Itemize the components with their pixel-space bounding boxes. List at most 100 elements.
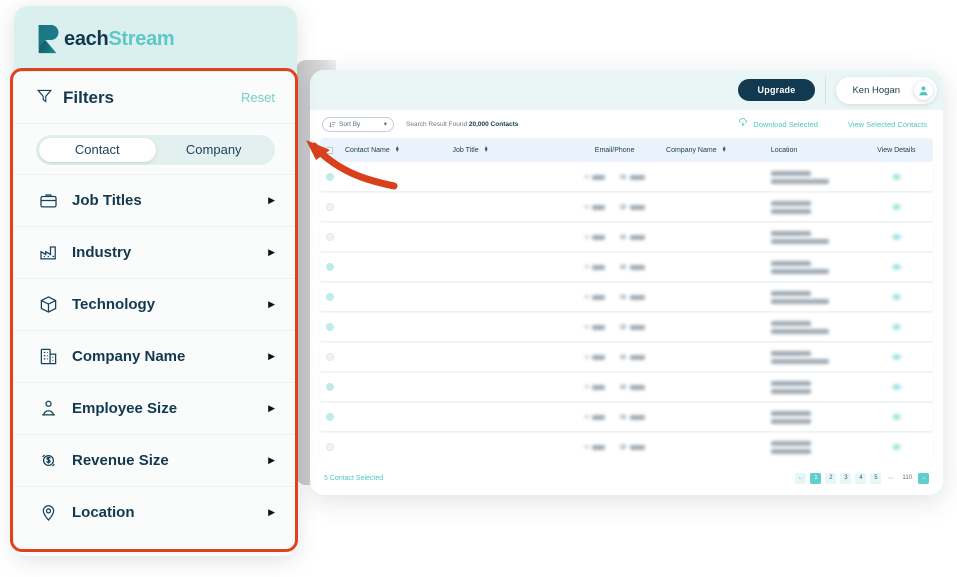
- table-row[interactable]: ✉ ☎: [320, 253, 933, 282]
- table-row[interactable]: ✉ ☎: [320, 343, 933, 372]
- phone-action[interactable]: ☎: [619, 204, 645, 211]
- selected-count-label: 5 Contact Selected: [324, 474, 384, 482]
- email-action[interactable]: ✉: [584, 354, 606, 361]
- email-action[interactable]: ✉: [584, 174, 606, 181]
- sidebar-item-industry[interactable]: Industry ▶: [14, 226, 297, 278]
- sidebar-item-job-titles[interactable]: Job Titles ▶: [14, 174, 297, 226]
- upgrade-button[interactable]: Upgrade: [737, 79, 816, 101]
- eye-icon[interactable]: [891, 324, 901, 330]
- cell-view-details[interactable]: [866, 204, 927, 210]
- row-checkbox[interactable]: [326, 233, 334, 241]
- table-row[interactable]: ✉ ☎: [320, 223, 933, 252]
- table-row[interactable]: ✉ ☎: [320, 193, 933, 222]
- table-row[interactable]: ✉ ☎: [320, 163, 933, 192]
- table-row[interactable]: ✉ ☎: [320, 403, 933, 432]
- chevron-right-icon[interactable]: ▶: [268, 455, 275, 466]
- sidebar-item-company-name[interactable]: Company Name ▶: [14, 330, 297, 382]
- phone-action[interactable]: ☎: [619, 384, 645, 391]
- phone-action[interactable]: ☎: [619, 414, 645, 421]
- column-header-contact-name[interactable]: Contact Name ▴ ▾: [326, 145, 453, 154]
- pagination-page-last[interactable]: 110: [900, 473, 914, 484]
- cell-view-details[interactable]: [866, 384, 927, 390]
- column-header-job-title[interactable]: Job Title ▴ ▾: [453, 145, 564, 154]
- table-row[interactable]: ✉ ☎: [320, 283, 933, 312]
- table-row[interactable]: ✉ ☎: [320, 373, 933, 402]
- row-checkbox[interactable]: [326, 173, 334, 181]
- pagination-page-5[interactable]: 5: [870, 472, 882, 484]
- chevron-right-icon[interactable]: ▶: [268, 299, 275, 310]
- cell-view-details[interactable]: [866, 414, 927, 420]
- row-checkbox[interactable]: [326, 383, 334, 391]
- download-selected-button[interactable]: Download Selected: [738, 117, 818, 130]
- table-row[interactable]: ✉ ☎: [320, 433, 933, 462]
- pagination-page-1[interactable]: 1: [810, 472, 822, 484]
- phone-action[interactable]: ☎: [619, 444, 645, 451]
- app-logo[interactable]: eachStream: [14, 6, 297, 72]
- email-action[interactable]: ✉: [584, 324, 606, 331]
- chevron-right-icon[interactable]: ▶: [268, 351, 275, 362]
- email-action[interactable]: ✉: [584, 384, 606, 391]
- pagination-page-3[interactable]: 3: [840, 472, 852, 484]
- sort-toggle-icon[interactable]: ▴ ▾: [723, 145, 726, 154]
- phone-action[interactable]: ☎: [619, 264, 645, 271]
- eye-icon[interactable]: [891, 294, 901, 300]
- toggle-option-company[interactable]: Company: [156, 138, 273, 162]
- cell-view-details[interactable]: [866, 294, 927, 300]
- sort-by-dropdown[interactable]: Sort By ▾: [322, 116, 394, 132]
- row-checkbox[interactable]: [326, 263, 334, 271]
- user-menu-button[interactable]: Ken Hogan: [836, 76, 937, 104]
- email-action[interactable]: ✉: [584, 294, 606, 301]
- phone-action[interactable]: ☎: [619, 234, 645, 241]
- pagination-next-button[interactable]: →: [918, 472, 929, 484]
- pagination-page-4[interactable]: 4: [855, 472, 867, 484]
- email-action[interactable]: ✉: [584, 414, 606, 421]
- row-checkbox[interactable]: [326, 203, 334, 211]
- email-action[interactable]: ✉: [584, 204, 606, 211]
- row-checkbox[interactable]: [326, 293, 334, 301]
- table-row[interactable]: ✉ ☎: [320, 313, 933, 342]
- sidebar-item-location[interactable]: Location ▶: [14, 486, 297, 538]
- sort-toggle-icon[interactable]: ▴ ▾: [485, 145, 488, 154]
- row-checkbox[interactable]: [326, 413, 334, 421]
- sidebar-item-revenue-size[interactable]: Revenue Size ▶: [14, 434, 297, 486]
- row-checkbox[interactable]: [326, 443, 334, 451]
- phone-action[interactable]: ☎: [619, 354, 645, 361]
- cell-view-details[interactable]: [866, 324, 927, 330]
- pagination-page-2[interactable]: 2: [825, 472, 837, 484]
- cell-view-details[interactable]: [866, 174, 927, 180]
- cell-view-details[interactable]: [866, 444, 927, 450]
- user-avatar-icon[interactable]: [914, 80, 933, 100]
- select-all-checkbox[interactable]: [326, 146, 333, 154]
- view-selected-contacts-link[interactable]: View Selected Contacts: [848, 120, 927, 129]
- eye-icon[interactable]: [891, 444, 901, 450]
- eye-icon[interactable]: [891, 354, 901, 360]
- pagination-prev-button[interactable]: ←: [795, 472, 807, 484]
- eye-icon[interactable]: [891, 174, 901, 180]
- cell-view-details[interactable]: [866, 354, 927, 360]
- sidebar-item-technology[interactable]: Technology ▶: [14, 278, 297, 330]
- phone-action[interactable]: ☎: [619, 174, 645, 181]
- sidebar-item-employee-size[interactable]: Employee Size ▶: [14, 382, 297, 434]
- chevron-right-icon[interactable]: ▶: [268, 507, 275, 518]
- cell-view-details[interactable]: [866, 234, 927, 240]
- eye-icon[interactable]: [891, 234, 901, 240]
- chevron-right-icon[interactable]: ▶: [268, 247, 275, 258]
- chevron-right-icon[interactable]: ▶: [268, 403, 275, 414]
- phone-action[interactable]: ☎: [619, 324, 645, 331]
- eye-icon[interactable]: [891, 264, 901, 270]
- phone-action[interactable]: ☎: [619, 294, 645, 301]
- row-checkbox[interactable]: [326, 353, 334, 361]
- cell-view-details[interactable]: [866, 264, 927, 270]
- eye-icon[interactable]: [891, 384, 901, 390]
- row-checkbox[interactable]: [326, 323, 334, 331]
- email-action[interactable]: ✉: [584, 444, 606, 451]
- reset-filters-button[interactable]: Reset: [241, 90, 275, 105]
- column-header-company-name[interactable]: Company Name ▴ ▾: [666, 145, 771, 154]
- chevron-right-icon[interactable]: ▶: [268, 195, 275, 206]
- sort-toggle-icon[interactable]: ▴ ▾: [396, 145, 399, 154]
- email-action[interactable]: ✉: [584, 264, 606, 271]
- toggle-option-contact[interactable]: Contact: [39, 138, 156, 162]
- eye-icon[interactable]: [891, 204, 901, 210]
- email-action[interactable]: ✉: [584, 234, 606, 241]
- eye-icon[interactable]: [891, 414, 901, 420]
